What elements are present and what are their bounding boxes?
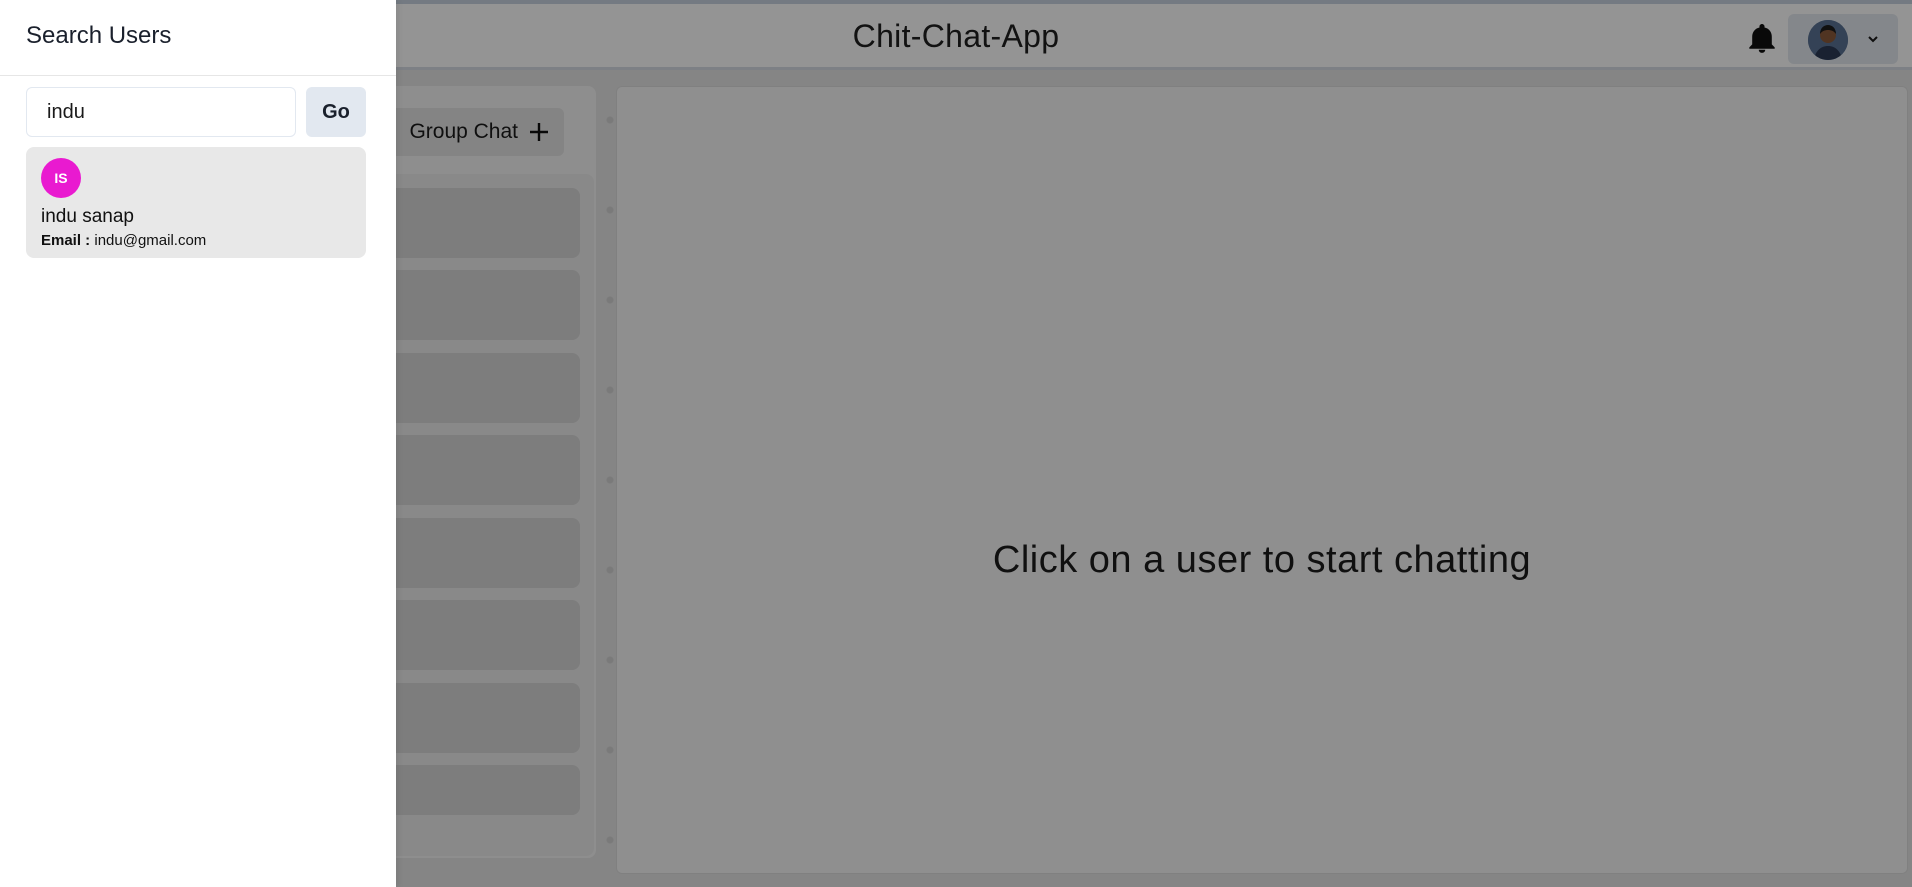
go-button[interactable]: Go [306,87,366,137]
search-users-drawer: Search Users Go IS indu sanap Email : in… [0,0,396,887]
search-input[interactable] [26,87,296,137]
drawer-title: Search Users [26,22,172,49]
user-result-item[interactable]: IS indu sanap Email : indu@gmail.com [26,147,366,258]
user-avatar: IS [41,158,81,198]
drawer-header: Search Users [0,0,396,76]
user-name: indu sanap [41,206,134,227]
email-value: indu@gmail.com [94,232,207,249]
search-row: Go [26,87,366,137]
email-label: Email : [41,232,91,249]
user-email: Email : indu@gmail.com [41,232,351,249]
